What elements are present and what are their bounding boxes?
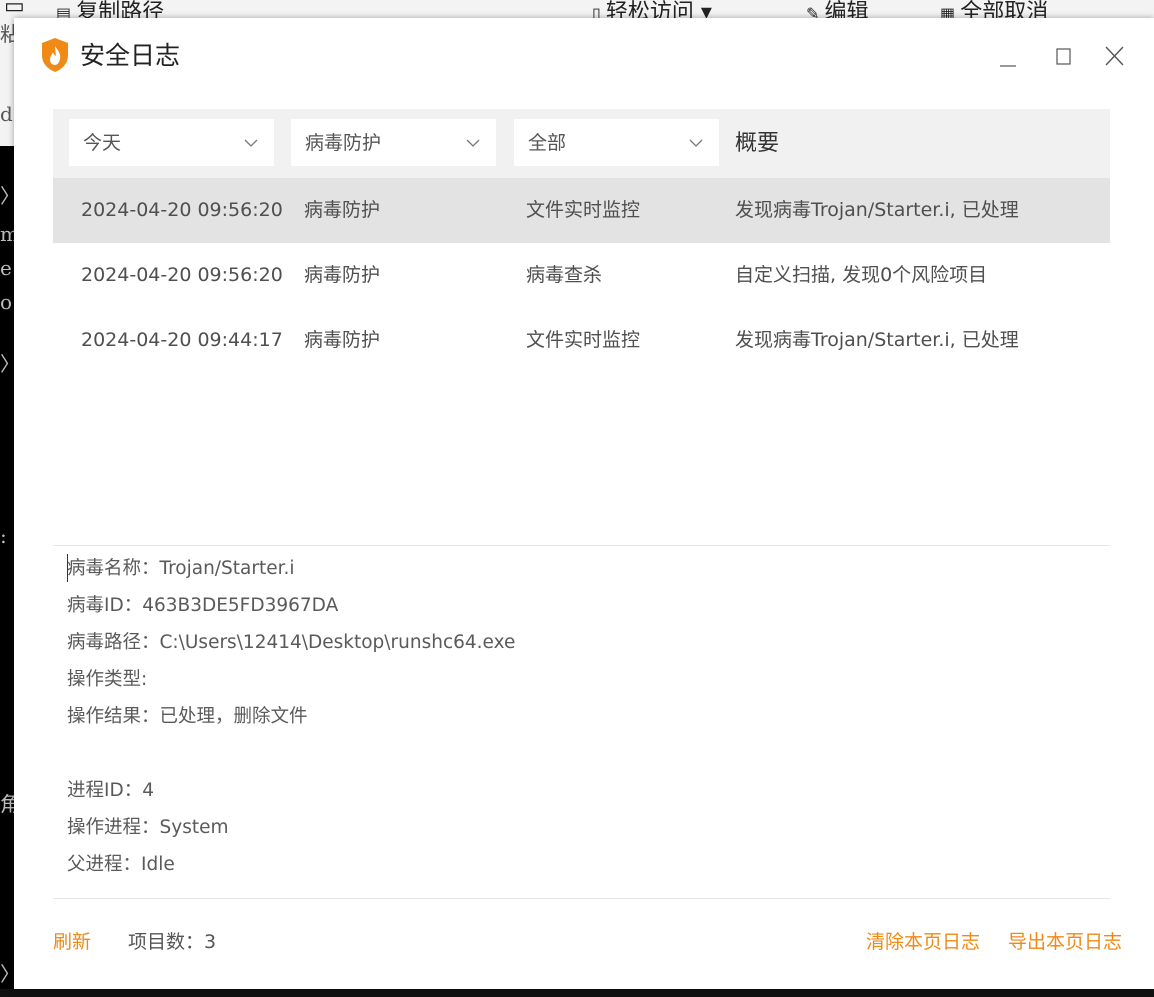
- log-row[interactable]: 2024-04-20 09:56:20 病毒防护 文件实时监控 发现病毒Troj…: [53, 178, 1110, 243]
- log-time: 2024-04-20 09:56:20: [81, 264, 283, 286]
- log-type: 文件实时监控: [526, 199, 641, 221]
- close-icon: [1105, 46, 1124, 66]
- maximize-icon: [1056, 48, 1071, 65]
- log-module: 病毒防护: [304, 199, 381, 221]
- flame-shield-icon: [40, 37, 70, 73]
- ribbon-copy-path[interactable]: ▤ 复制路径: [56, 0, 164, 20]
- scope-filter-dropdown[interactable]: 全部: [513, 118, 720, 167]
- chevron-down-icon: [244, 139, 258, 147]
- chevron-down-icon: [466, 139, 480, 147]
- module-filter-value: 病毒防护: [305, 132, 382, 154]
- log-row[interactable]: 2024-04-20 09:44:17 病毒防护 文件实时监控 发现病毒Troj…: [53, 308, 1110, 373]
- item-count: 项目数：3: [128, 931, 217, 953]
- ribbon-select-none[interactable]: ▦ 全部取消: [940, 0, 1048, 20]
- detail-virus-id: 病毒ID：463B3DE5FD3967DA: [67, 595, 339, 616]
- minimize-button[interactable]: [990, 38, 1026, 74]
- log-type: 病毒查杀: [526, 264, 603, 286]
- detail-virus-path: 病毒路径：C:\Users\12414\Desktop\runshc64.exe: [67, 632, 516, 653]
- detail-parent-process: 父进程：Idle: [67, 854, 175, 875]
- time-filter-value: 今天: [83, 132, 122, 154]
- detail-op-result: 操作结果：已处理，删除文件: [67, 706, 308, 727]
- clear-page-log-button[interactable]: 清除本页日志: [866, 927, 980, 957]
- log-row[interactable]: 2024-04-20 09:56:20 病毒防护 病毒查杀 自定义扫描, 发现0…: [53, 243, 1110, 308]
- log-type: 文件实时监控: [526, 329, 641, 351]
- window-title: 安全日志: [80, 41, 181, 70]
- summary-column-header: 概要: [735, 131, 780, 156]
- module-filter-dropdown[interactable]: 病毒防护: [290, 118, 497, 167]
- log-time: 2024-04-20 09:56:20: [81, 199, 283, 221]
- time-filter-dropdown[interactable]: 今天: [68, 118, 275, 167]
- maximize-button[interactable]: [1046, 38, 1082, 74]
- log-summary: 自定义扫描, 发现0个风险项目: [735, 264, 988, 286]
- log-table: 2024-04-20 09:56:20 病毒防护 文件实时监控 发现病毒Troj…: [53, 178, 1110, 373]
- ribbon-edit[interactable]: ✎ 编辑: [806, 0, 869, 20]
- explorer-left-strip: 粘 d 〉 m e o 〉 : 角 〉: [0, 20, 20, 997]
- explorer-ribbon: ▭ ▤ 复制路径 ▯ 轻松访问 ▾ ✎ 编辑 ▦ 全部取消: [0, 0, 1154, 20]
- footer-divider: [53, 898, 1110, 899]
- log-summary: 发现病毒Trojan/Starter.i, 已处理: [735, 199, 1019, 221]
- log-time: 2024-04-20 09:44:17: [81, 329, 283, 351]
- ribbon-icon-box: ▭: [4, 0, 25, 19]
- log-filter-header: 今天 病毒防护 全部 概要: [53, 109, 1110, 178]
- scope-filter-value: 全部: [528, 132, 567, 154]
- log-summary: 发现病毒Trojan/Starter.i, 已处理: [735, 329, 1019, 351]
- close-button[interactable]: [1097, 38, 1133, 74]
- ribbon-easy-access[interactable]: ▯ 轻松访问 ▾: [592, 0, 712, 20]
- log-module: 病毒防护: [304, 329, 381, 351]
- detail-process-id: 进程ID：4: [67, 780, 154, 801]
- explorer-bottom-edge: [0, 989, 1154, 997]
- refresh-button[interactable]: 刷新: [53, 927, 91, 957]
- detail-divider: [53, 545, 1110, 546]
- detail-process: 操作进程：System: [67, 817, 229, 838]
- chevron-down-icon: [689, 139, 703, 147]
- detail-virus-name: 病毒名称：Trojan/Starter.i: [67, 558, 295, 579]
- title-bar[interactable]: 安全日志: [14, 18, 1154, 90]
- minimize-icon: [1000, 65, 1016, 67]
- export-page-log-button[interactable]: 导出本页日志: [1008, 927, 1122, 957]
- log-module: 病毒防护: [304, 264, 381, 286]
- detail-op-type: 操作类型:: [67, 669, 148, 690]
- security-log-window: 安全日志 今天 病毒防护 全部 概要 2024-04-20 09:56:20 病…: [14, 18, 1154, 989]
